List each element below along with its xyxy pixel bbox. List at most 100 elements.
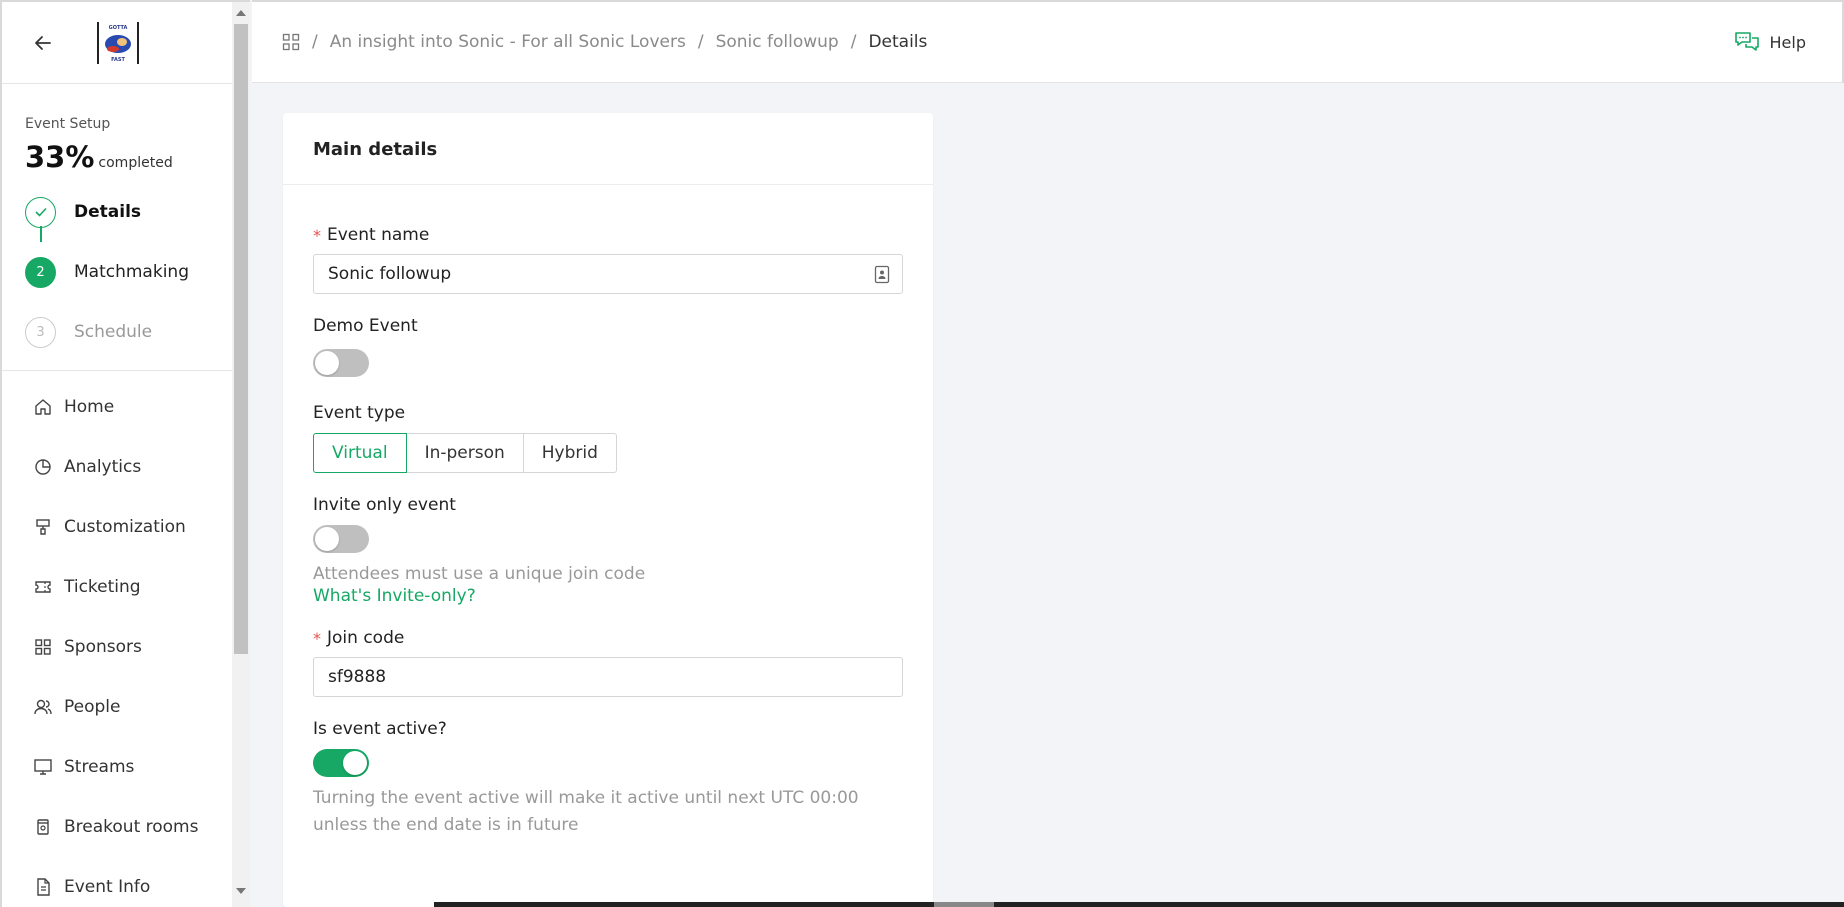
nav-item-analytics[interactable]: Analytics [2,437,232,497]
apps-grid-icon[interactable] [282,33,300,51]
nav-item-home[interactable]: Home [2,377,232,437]
nav-item-sponsors[interactable]: Sponsors [2,617,232,677]
people-icon [32,696,54,718]
demo-event-toggle[interactable] [313,349,369,377]
invite-only-hint: Attendees must use a unique join code [313,564,646,584]
nav-item-streams[interactable]: Streams [2,737,232,797]
scroll-down-arrow-icon[interactable] [236,888,246,894]
grid-icon [32,636,54,658]
scroll-up-arrow-icon[interactable] [236,10,246,16]
nav-label: Sponsors [64,637,142,657]
step-number: 3 [25,316,56,348]
monitor-icon [32,756,54,778]
nav-item-ticketing[interactable]: Ticketing [2,557,232,617]
sidebar-scrollbar[interactable] [232,0,250,907]
chat-bubbles-icon [1734,30,1760,54]
nav-item-breakout-rooms[interactable]: Breakout rooms [2,797,232,857]
breadcrumb: / An insight into Sonic - For all Sonic … [282,32,927,52]
nav-label: Event Info [64,877,151,897]
nav-label: People [64,697,121,717]
event-active-label: Is event active? [313,719,447,739]
sidebar: GOTTA FAST Event Setup 33% completed Det… [0,0,232,907]
nav-item-customization[interactable]: Customization [2,497,232,557]
nav-label: Customization [64,517,186,537]
event-name-label: * Event name [313,225,903,245]
toggle-knob [343,751,367,775]
event-logo: GOTTA FAST [97,22,139,64]
nav-label: Breakout rooms [64,817,199,837]
progress-percent: 33% [25,140,95,174]
event-type-selector: Virtual In-person Hybrid [313,433,903,473]
home-icon [32,396,54,418]
top-bar: / An insight into Sonic - For all Sonic … [252,0,1844,83]
event-type-group: Event type Virtual In-person Hybrid [313,403,903,473]
breadcrumb-event-series[interactable]: An insight into Sonic - For all Sonic Lo… [330,32,686,52]
invite-only-help-link[interactable]: What's Invite-only? [313,586,903,606]
check-icon [25,196,56,228]
svg-text:GOTTA: GOTTA [109,25,128,31]
event-setup-progress: Event Setup 33% completed Details 2 Matc… [2,84,232,362]
details-form: * Event name Sonic followup Demo Event E… [283,225,933,839]
invite-only-toggle[interactable] [313,525,369,553]
event-name-group: * Event name Sonic followup [313,225,903,294]
join-code-input[interactable]: sf9888 [313,657,903,697]
event-active-group: Is event active? Turning the event activ… [313,719,903,839]
breadcrumb-current: Details [868,32,928,52]
event-type-hybrid[interactable]: Hybrid [522,433,617,473]
svg-text:FAST: FAST [111,57,125,63]
step-label: Details [74,202,142,222]
toggle-knob [315,527,339,551]
setup-steps: Details 2 Matchmaking 3 Schedule [25,182,232,362]
progress-row: 33% completed [25,140,232,174]
demo-event-label: Demo Event [313,316,418,336]
breakout-icon [32,816,54,838]
breadcrumb-separator: / [312,32,318,52]
back-arrow-icon[interactable] [30,30,56,56]
toggle-knob [315,351,339,375]
input-value: Sonic followup [328,264,452,284]
paint-brush-icon [32,516,54,538]
join-code-label: * Join code [313,628,903,648]
label-text: Event name [327,225,430,245]
ticket-icon [32,576,54,598]
event-active-hint: Turning the event active will make it ac… [313,788,859,835]
sidebar-header: GOTTA FAST [2,2,232,84]
step-matchmaking[interactable]: 2 Matchmaking [25,242,232,302]
progress-suffix: completed [98,155,173,171]
nav-label: Home [64,397,115,417]
demo-event-group: Demo Event [313,316,903,377]
contact-card-icon[interactable] [874,265,890,284]
event-type-virtual[interactable]: Virtual [313,433,407,473]
document-icon [32,876,54,898]
breadcrumb-event[interactable]: Sonic followup [716,32,839,52]
scroll-thumb[interactable] [234,24,248,654]
required-asterisk: * [313,225,321,245]
nav-label: Ticketing [64,577,141,597]
event-type-in-person[interactable]: In-person [405,433,524,473]
nav-label: Analytics [64,457,142,477]
label-text: Join code [327,628,405,648]
step-number: 2 [25,256,56,288]
step-connector [40,226,42,242]
bottom-scroll-thumb[interactable] [934,902,994,907]
help-button[interactable]: Help [1734,30,1806,54]
nav-item-people[interactable]: People [2,677,232,737]
invite-only-label: Invite only event [313,495,456,515]
step-label: Schedule [74,322,153,342]
step-schedule[interactable]: 3 Schedule [25,302,232,362]
step-details[interactable]: Details [25,182,232,242]
sidebar-nav: Home Analytics Customization Ticketing S… [2,371,232,907]
setup-label: Event Setup [25,116,111,132]
nav-label: Streams [64,757,135,777]
invite-only-group: Invite only event Attendees must use a u… [313,495,903,606]
breadcrumb-separator: / [850,32,857,52]
event-name-input[interactable]: Sonic followup [313,254,903,294]
event-active-toggle[interactable] [313,749,369,777]
card-title: Main details [283,113,933,185]
step-label: Matchmaking [74,262,189,282]
nav-item-event-info[interactable]: Event Info [2,857,232,907]
pie-chart-icon [32,456,54,478]
event-type-label: Event type [313,403,406,423]
breadcrumb-separator: / [697,32,704,52]
bottom-scrollbar-strip [434,902,1844,907]
